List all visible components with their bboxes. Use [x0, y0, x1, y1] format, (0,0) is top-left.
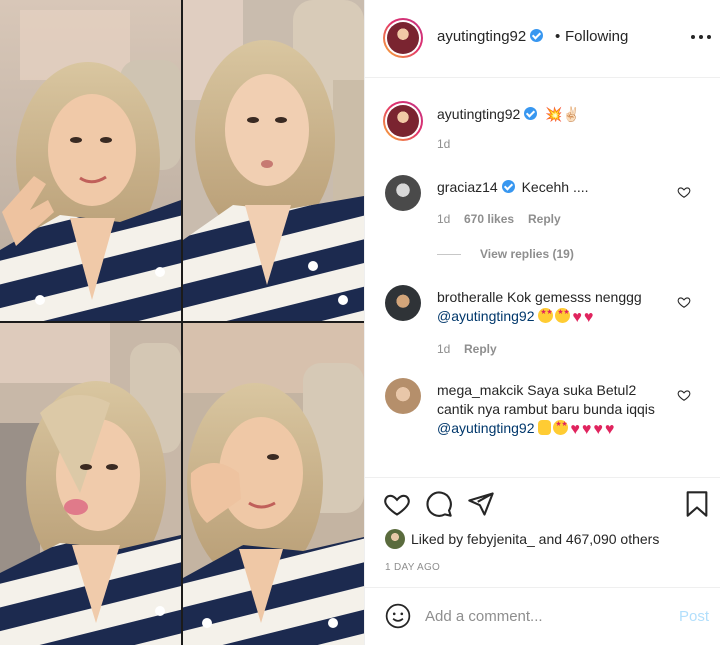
- smile-icon[interactable]: [385, 603, 411, 629]
- post-timestamp: 1 DAY AGO: [385, 562, 441, 573]
- verified-badge-icon: [530, 29, 544, 42]
- comment-mega-makcik: mega_makcik Saya suka Betul2 cantik nya …: [437, 381, 657, 439]
- post-header: ayutingting92 • Following: [365, 0, 720, 78]
- comment-avatar[interactable]: [385, 378, 421, 414]
- caption-author-username[interactable]: ayutingting92: [437, 106, 520, 122]
- heart-icon[interactable]: [383, 490, 411, 518]
- caption-author-avatar[interactable]: [383, 101, 423, 141]
- star-struck-emoji-icon: [538, 308, 554, 323]
- photo-finger-heart: [183, 323, 364, 645]
- comment-graciaz14: graciaz14 Kecehh ....: [437, 178, 657, 197]
- like-comment-heart-icon[interactable]: [677, 388, 691, 402]
- comment-time: 1d: [437, 212, 451, 226]
- comment-text: Kecehh ....: [521, 179, 589, 195]
- comment-username[interactable]: graciaz14: [437, 179, 498, 195]
- comments-list[interactable]: ayutingting92 💥✌🏻 1d graciaz14 Kecehh ..…: [365, 79, 720, 477]
- comment-brotheralle: brotheralle Kok gemesss nenggg @ayutingt…: [437, 288, 657, 327]
- red-heart-emoji-icon: ♥: [570, 421, 580, 438]
- red-heart-emoji-icon: ♥: [581, 421, 592, 438]
- red-heart-emoji-icon: ♥: [572, 309, 582, 326]
- add-comment-bar: Post: [365, 587, 720, 645]
- red-heart-emoji-icon: ♥: [593, 421, 603, 438]
- caption-text: 💥✌🏻: [545, 106, 581, 122]
- red-heart-emoji-icon: ♥: [583, 309, 594, 326]
- comment-username[interactable]: mega_makcik: [437, 382, 523, 398]
- like-comment-heart-icon[interactable]: [677, 185, 691, 199]
- photo-tongue-out: [0, 323, 181, 645]
- red-heart-emoji-icon: ♥: [604, 421, 615, 438]
- comment-username[interactable]: brotheralle: [437, 289, 503, 305]
- more-options-icon[interactable]: [690, 28, 712, 44]
- post-image-collage[interactable]: [0, 0, 364, 645]
- like-comment-heart-icon[interactable]: [677, 295, 691, 309]
- comment-text: Kok gemesss nenggg: [507, 289, 642, 305]
- comment-avatar[interactable]: [385, 175, 421, 211]
- caption-time: 1d: [437, 137, 451, 151]
- comment-input[interactable]: [425, 603, 665, 629]
- post-button[interactable]: Post: [679, 608, 709, 625]
- bookmark-icon[interactable]: [683, 490, 711, 518]
- liked-by-line: Liked by febyjenita_ and 467,090 others: [385, 529, 659, 549]
- comment-avatar[interactable]: [385, 285, 421, 321]
- comment-mention[interactable]: @ayutingting92: [437, 420, 535, 436]
- star-struck-emoji-icon: [555, 308, 571, 323]
- liked-by-avatar[interactable]: [385, 529, 405, 549]
- reply-button[interactable]: Reply: [464, 342, 497, 356]
- post-panel: ayutingting92 • Following ayutingting92 …: [364, 0, 720, 645]
- action-bar: Liked by febyjenita_ and 467,090 others …: [365, 477, 720, 587]
- likes-count[interactable]: 467,090 others: [566, 531, 659, 547]
- view-replies-button[interactable]: View replies (19): [480, 247, 574, 261]
- liked-by-user[interactable]: febyjenita_: [467, 531, 535, 547]
- comment-time: 1d: [437, 342, 451, 356]
- share-icon[interactable]: [467, 490, 495, 518]
- comment-mention[interactable]: @ayutingting92: [437, 308, 535, 324]
- photo-peace-sign: [0, 0, 181, 321]
- comment-likes[interactable]: 670 likes: [464, 212, 514, 226]
- reply-button[interactable]: Reply: [528, 212, 561, 226]
- separator-dot: •: [555, 28, 561, 45]
- caption: ayutingting92 💥✌🏻: [437, 105, 657, 124]
- following-button[interactable]: Following: [565, 28, 628, 45]
- author-username[interactable]: ayutingting92: [437, 28, 544, 45]
- verified-badge-icon: [501, 180, 515, 193]
- verified-badge-icon: [524, 107, 538, 120]
- photo-pout: [183, 0, 364, 321]
- star-struck-emoji-icon: [553, 420, 569, 435]
- thumbs-up-emoji-icon: [538, 420, 552, 435]
- author-avatar[interactable]: [383, 18, 423, 58]
- replies-divider: [437, 254, 461, 255]
- comment-icon[interactable]: [425, 490, 453, 518]
